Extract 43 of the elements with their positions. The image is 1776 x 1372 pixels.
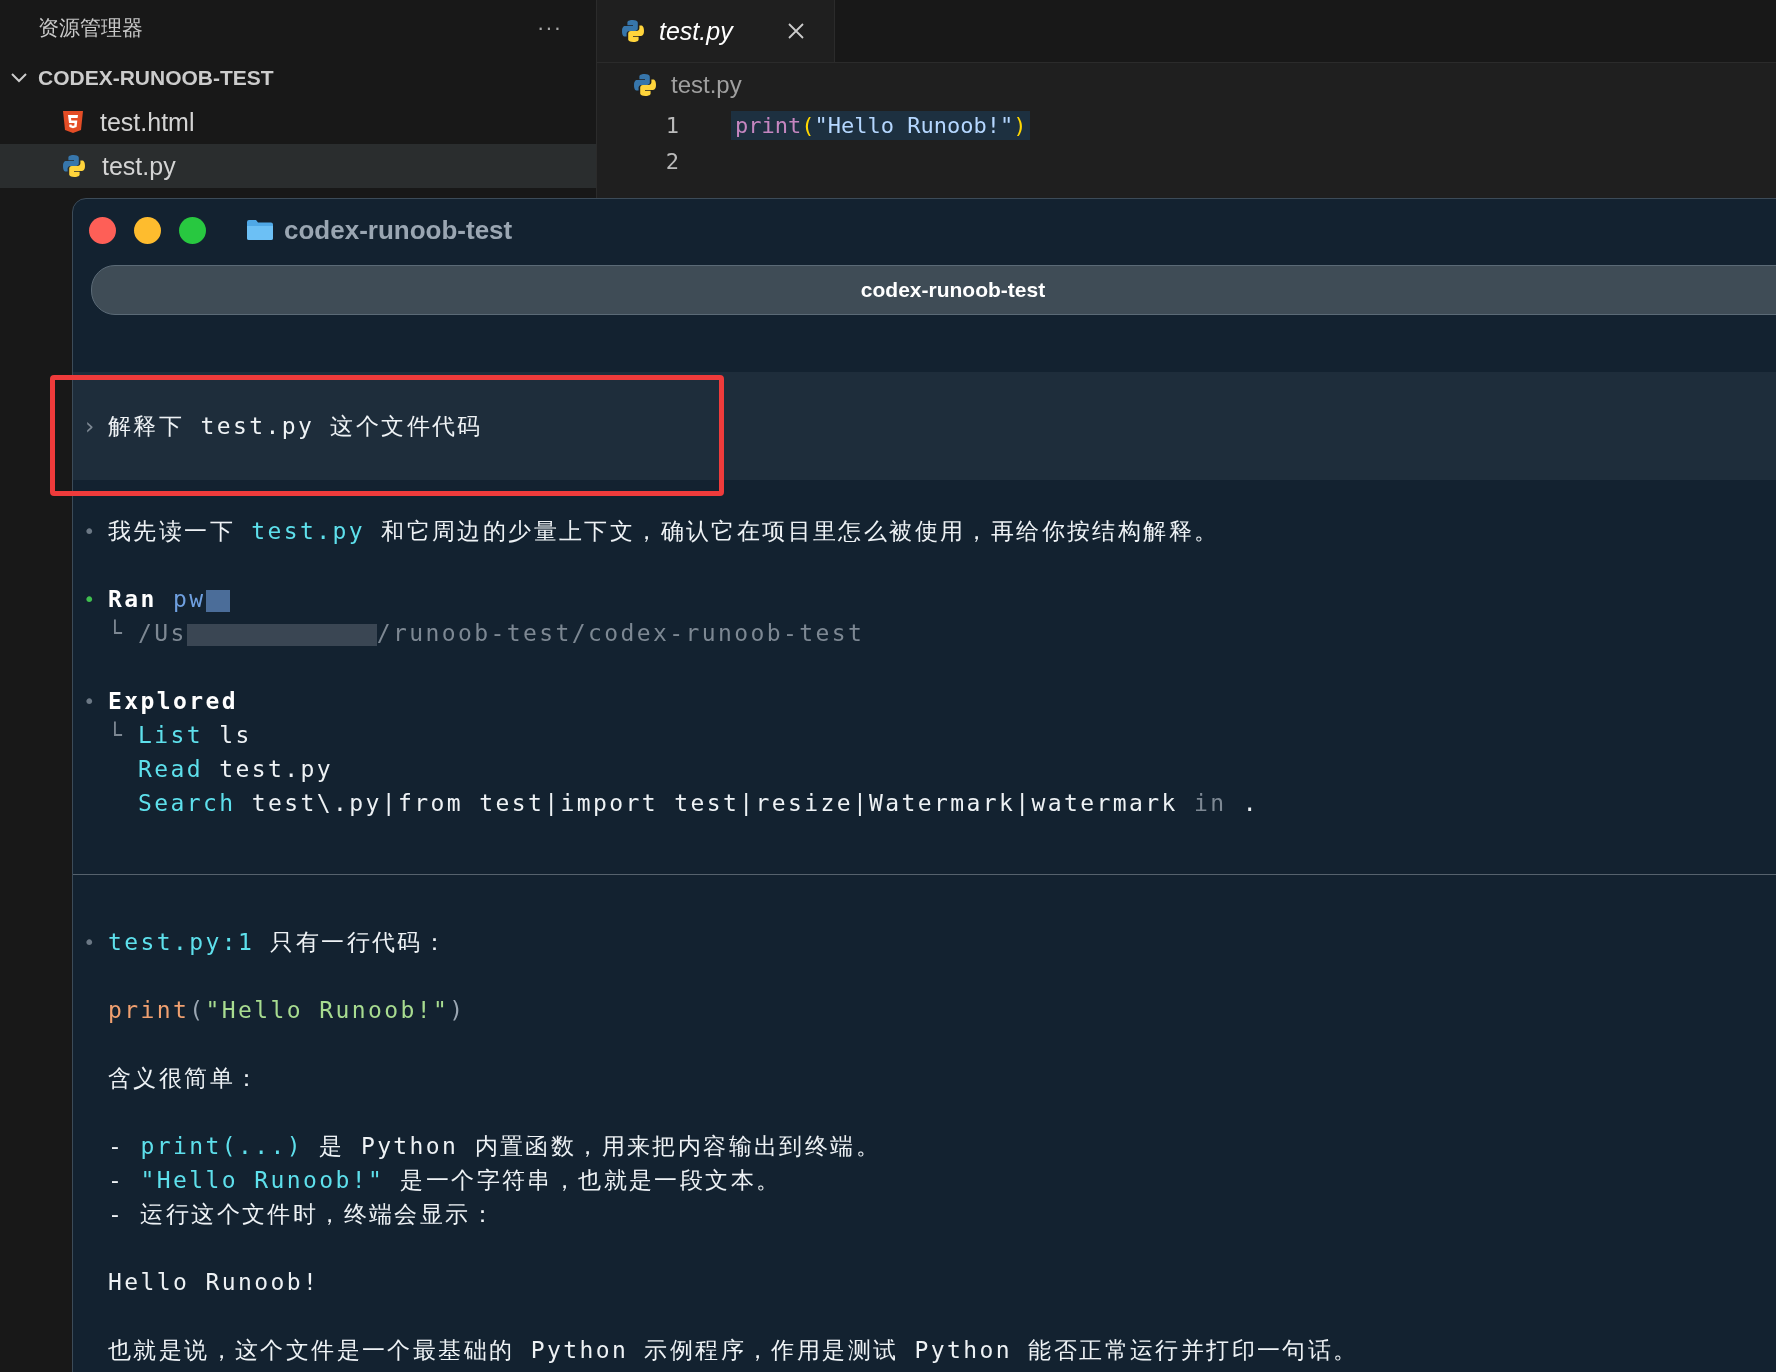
window-title: codex-runoob-test [284,214,513,246]
folder-row[interactable]: CODEX-RUNOOB-TEST [0,56,596,100]
terminal-tab[interactable]: codex-runoob-test [91,265,1776,315]
bullet-marker: • [83,930,98,954]
output-line: /Us /runoob-test/codex-runoob-test [138,620,865,646]
prompt-marker: › [81,413,100,439]
explorer-title: 资源管理器 [38,15,143,41]
more-actions-button[interactable]: ··· [537,15,562,41]
close-window-button[interactable] [89,216,116,244]
bullet-marker: • [83,587,98,611]
output-line: - "Hello Runoob!" 是一个字符串，也就是一段文本。 [108,1165,782,1195]
editor-tab[interactable]: test.py [597,0,835,62]
minimize-window-button[interactable] [134,216,161,244]
output-line: Hello Runoob! [108,1269,320,1295]
file-item[interactable]: test.html [0,100,596,144]
tree-connector: └ [108,722,126,748]
output-line: test.py:1 只有一行代码： [108,927,449,957]
output-line: Explored [108,688,238,714]
python-file-icon [621,19,645,43]
bullet-marker: • [83,689,98,713]
line-number: 1 [664,112,679,138]
output-line: Read test.py [138,756,333,782]
breadcrumb-item[interactable]: test.py [671,71,742,99]
output-line: Ran pw [108,586,230,612]
tree-connector: └ [108,620,126,646]
output-line: - 运行这个文件时，终端会显示： [108,1199,497,1229]
output-line: 也就是说，这个文件是一个最基础的 Python 示例程序，作用是测试 Python 能否正常运行并打印一句话。 [108,1335,1359,1365]
output-line: List ls [138,722,252,748]
python-file-icon [62,154,86,178]
line-number: 2 [664,148,679,174]
file-item[interactable]: test.py [0,144,596,188]
output-line: Search test\.py|from test|import test|resize|Watermark|watermark in . [138,790,1260,816]
output-line: print("Hello Runoob!") [108,997,466,1023]
html-file-icon [62,110,84,134]
output-line: 含义很简单： [108,1063,261,1093]
zoom-window-button[interactable] [179,216,206,244]
python-file-icon [633,73,657,97]
prompt-text: 解释下 test.py 这个文件代码 [108,411,483,441]
bullet-marker: • [83,519,98,543]
output-line: 我先读一下 test.py 和它周边的少量上下文，确认它在项目里怎么被使用，再给你按结构解释。 [108,516,1220,546]
output-line: - print(...) 是 Python 内置函数，用来把内容输出到终端。 [108,1131,881,1161]
folder-icon [246,219,274,241]
close-icon[interactable] [786,22,805,40]
